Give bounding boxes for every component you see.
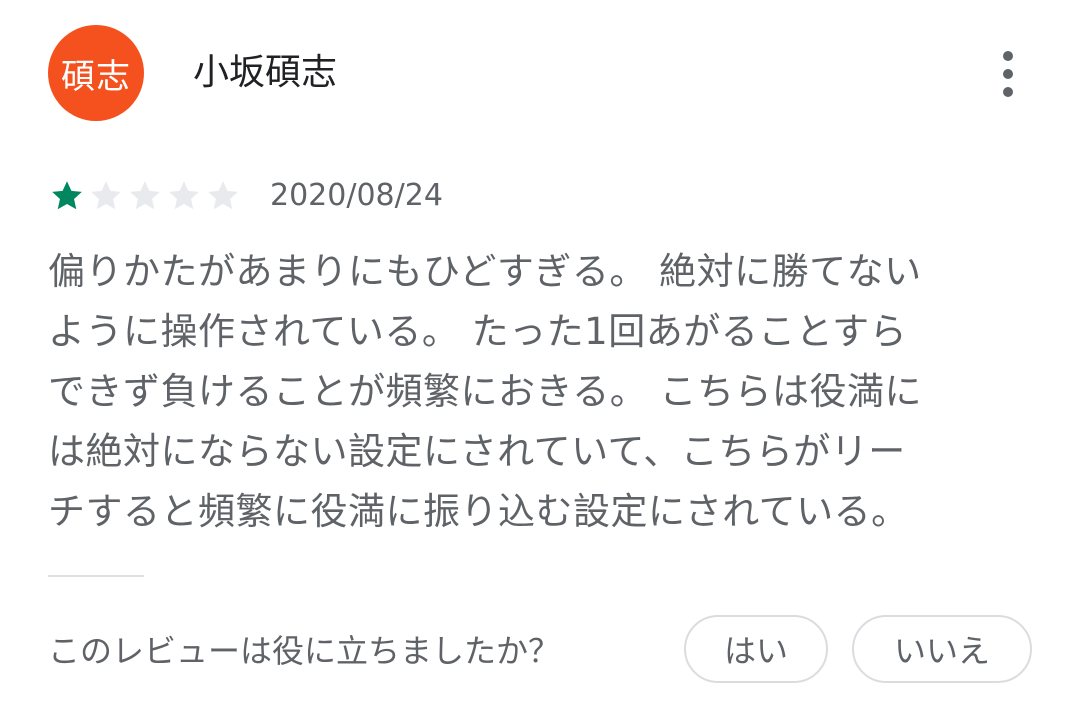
- more-options-button[interactable]: [988, 46, 1028, 102]
- star-empty-icon: [87, 178, 125, 214]
- helpful-no-label: いいえ: [893, 632, 990, 670]
- star-empty-icon: [165, 178, 203, 214]
- review-text: 偏りかたがあまりにもひどすぎる。 絶対に勝てない ように操作されている。 たった…: [48, 250, 923, 533]
- helpful-no-button[interactable]: いいえ: [852, 615, 1032, 683]
- avatar-text: 碩志: [61, 56, 131, 97]
- more-vert-icon: [1003, 69, 1013, 79]
- divider: [48, 575, 144, 577]
- helpful-yes-button[interactable]: はい: [684, 615, 828, 683]
- star-filled-icon: [48, 178, 86, 214]
- helpful-question: このレビューは役に立ちましたか？: [48, 632, 561, 670]
- more-vert-icon: [1003, 87, 1013, 97]
- star-empty-icon: [204, 178, 242, 214]
- more-vert-icon: [1003, 51, 1013, 61]
- helpful-yes-label: はい: [723, 632, 788, 670]
- reviewer-name: 小坂碩志: [193, 52, 338, 93]
- avatar: 碩志: [48, 25, 144, 121]
- star-rating: [48, 178, 242, 214]
- star-empty-icon: [126, 178, 164, 214]
- review-date: 2020/08/24: [270, 178, 443, 213]
